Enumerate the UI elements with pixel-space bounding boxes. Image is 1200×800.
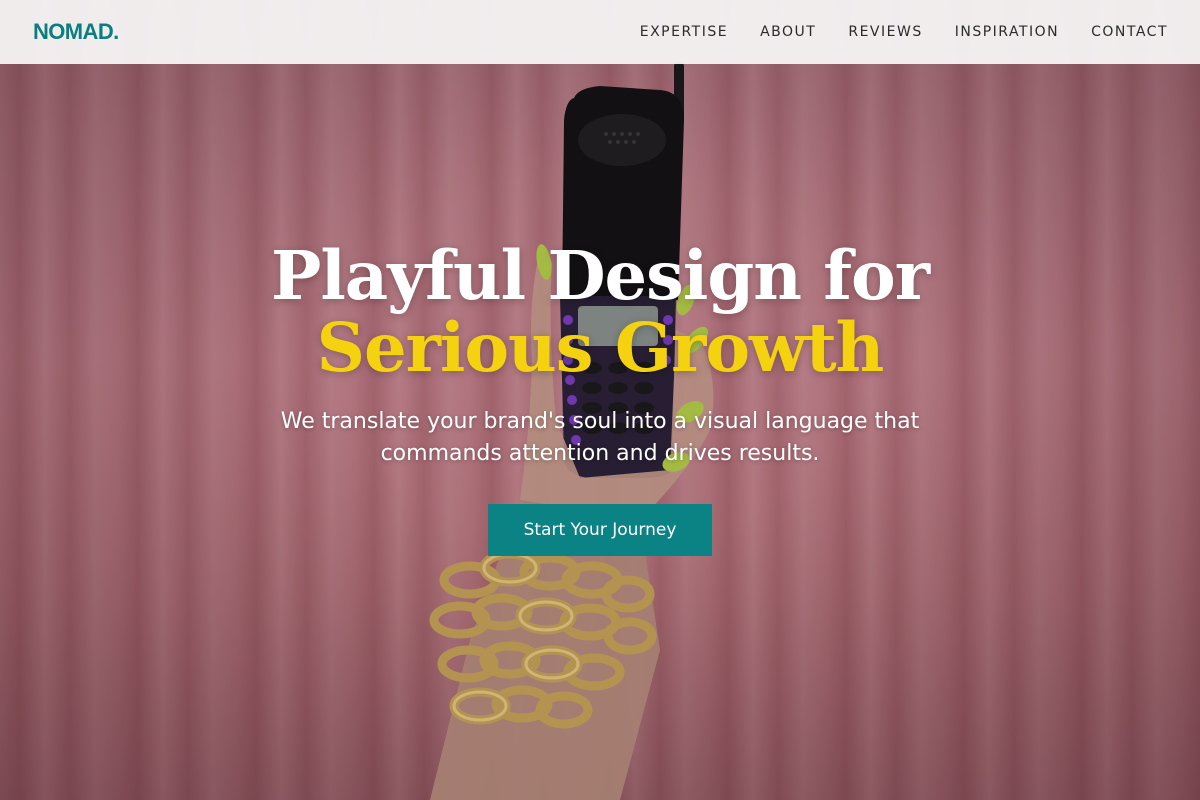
- brand-logo[interactable]: NOMAD.: [33, 19, 119, 45]
- start-journey-button[interactable]: Start Your Journey: [488, 504, 712, 556]
- nav-item-expertise[interactable]: EXPERTISE: [640, 24, 728, 40]
- site-header: NOMAD. EXPERTISE ABOUT REVIEWS INSPIRATI…: [0, 0, 1200, 64]
- main-nav: EXPERTISE ABOUT REVIEWS INSPIRATION CONT…: [608, 24, 1168, 40]
- nav-item-inspiration[interactable]: INSPIRATION: [955, 24, 1059, 40]
- nav-item-contact[interactable]: CONTACT: [1091, 24, 1168, 40]
- nav-item-reviews[interactable]: REVIEWS: [848, 24, 922, 40]
- hero-title: Playful Design for Serious Growth: [0, 240, 1200, 384]
- hero-title-line1: Playful Design for: [270, 236, 930, 315]
- nav-item-about[interactable]: ABOUT: [760, 24, 816, 40]
- hero-title-line2: Serious Growth: [316, 308, 885, 387]
- hero-content: Playful Design for Serious Growth We tra…: [0, 240, 1200, 556]
- hero-subtitle: We translate your brand's soul into a vi…: [280, 409, 920, 466]
